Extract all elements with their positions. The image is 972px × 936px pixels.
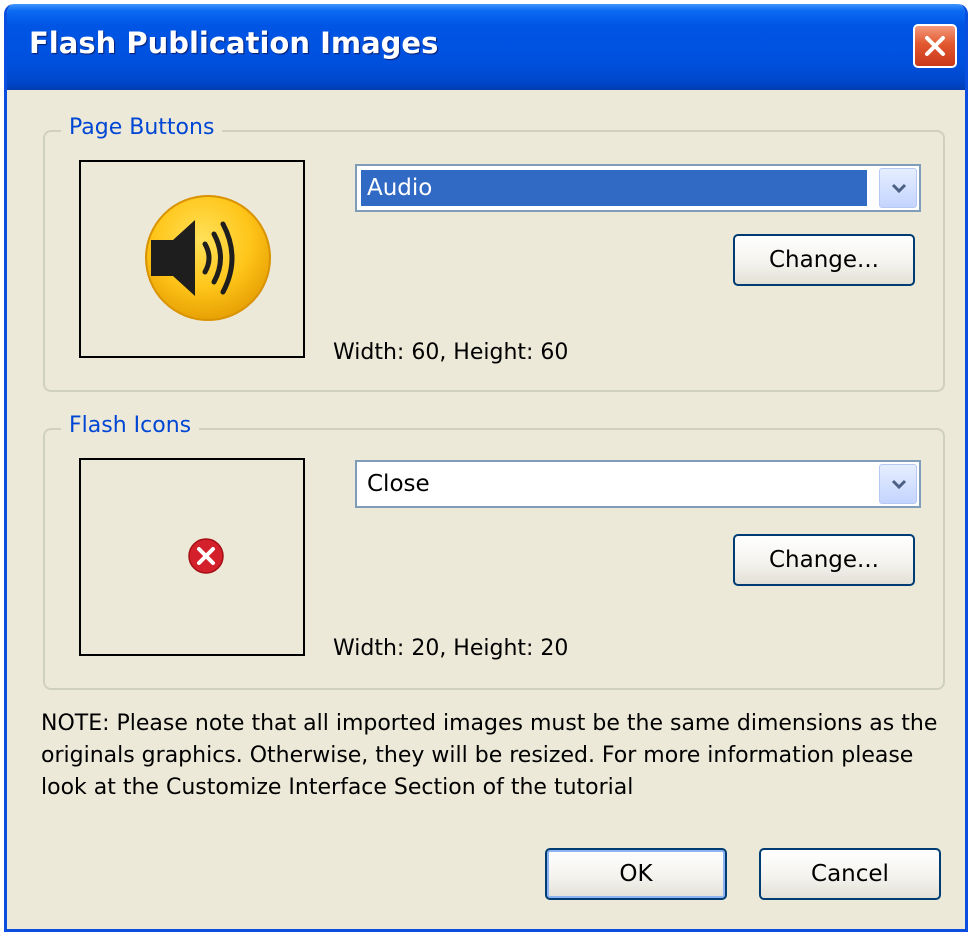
flash-icon-select-value: Close: [367, 471, 430, 497]
page-button-dropdown-button[interactable]: [879, 168, 917, 208]
flash-icon-dimensions: Width: 20, Height: 20: [333, 636, 569, 661]
red-x-circle-icon: [188, 538, 224, 574]
page-button-select[interactable]: Audio: [355, 164, 921, 212]
flash-icon-preview: [79, 458, 305, 656]
close-icon: [925, 36, 945, 56]
ok-button[interactable]: OK: [545, 848, 727, 900]
speaker-icon: [145, 195, 271, 321]
close-window-button[interactable]: [913, 24, 957, 68]
window-title: Flash Publication Images: [29, 26, 439, 60]
page-button-select-value: Audio: [361, 170, 867, 206]
page-buttons-group: Page Buttons Audio Change... Width: 60, …: [43, 115, 945, 392]
page-button-preview: [79, 160, 305, 358]
page-buttons-group-title: Page Buttons: [61, 115, 223, 140]
title-bar[interactable]: Flash Publication Images: [7, 4, 965, 90]
chevron-down-icon: [891, 479, 907, 490]
dialog-window: Flash Publication Images Page Buttons Au…: [4, 4, 968, 932]
flash-icon-dropdown-button[interactable]: [879, 464, 917, 504]
flash-icon-change-button[interactable]: Change...: [733, 534, 915, 586]
page-button-change-button[interactable]: Change...: [733, 234, 915, 286]
page-button-dimensions: Width: 60, Height: 60: [333, 340, 569, 365]
flash-icons-group: Flash Icons Close Change... Width: 20, H…: [43, 413, 945, 690]
flash-icons-group-title: Flash Icons: [61, 413, 200, 438]
note-text: NOTE: Please note that all imported imag…: [41, 711, 938, 800]
cancel-button[interactable]: Cancel: [759, 848, 941, 900]
chevron-down-icon: [891, 183, 907, 194]
flash-icon-select[interactable]: Close: [355, 460, 921, 508]
